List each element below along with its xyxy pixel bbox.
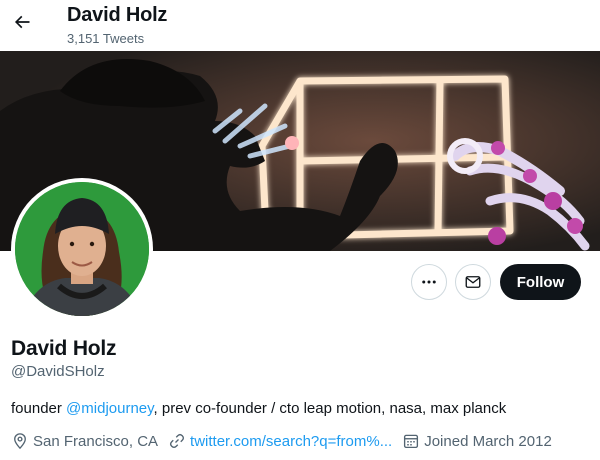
website-item: twitter.com/search?q=from%... xyxy=(168,432,392,450)
location-pin-icon xyxy=(14,433,26,450)
bio-text-suffix: , prev co-founder / cto leap motion, nas… xyxy=(153,400,507,417)
avatar-image xyxy=(15,182,149,316)
bio-text-prefix: founder xyxy=(11,400,67,417)
tweet-count: 3,151 Tweets xyxy=(67,31,145,46)
follow-button[interactable]: Follow xyxy=(500,264,581,300)
top-bar: David Holz 3,151 Tweets xyxy=(0,0,600,50)
header-name: David Holz xyxy=(67,4,168,26)
profile-name: David Holz xyxy=(11,337,117,360)
link-icon xyxy=(170,433,185,449)
joined-item: Joined March 2012 xyxy=(402,432,552,450)
more-dots-icon xyxy=(422,280,436,284)
message-button[interactable] xyxy=(455,264,491,300)
avatar[interactable] xyxy=(11,178,153,320)
profile-bio: founder @midjourney, prev co-founder / c… xyxy=(11,400,506,417)
more-button[interactable] xyxy=(411,264,447,300)
profile-meta: San Francisco, CA twitter.com/search?q=f… xyxy=(11,431,562,451)
website-link[interactable]: twitter.com/search?q=from%... xyxy=(190,433,392,450)
joined-text: Joined March 2012 xyxy=(424,432,552,450)
calendar-icon xyxy=(404,434,419,449)
mail-icon xyxy=(465,276,481,288)
arrow-left-icon xyxy=(14,15,30,29)
back-button[interactable] xyxy=(8,8,36,36)
profile-handle: @DavidSHolz xyxy=(11,363,105,380)
location-item: San Francisco, CA xyxy=(11,432,158,450)
location-text: San Francisco, CA xyxy=(33,432,159,450)
bio-mention-link[interactable]: @midjourney xyxy=(66,400,153,417)
